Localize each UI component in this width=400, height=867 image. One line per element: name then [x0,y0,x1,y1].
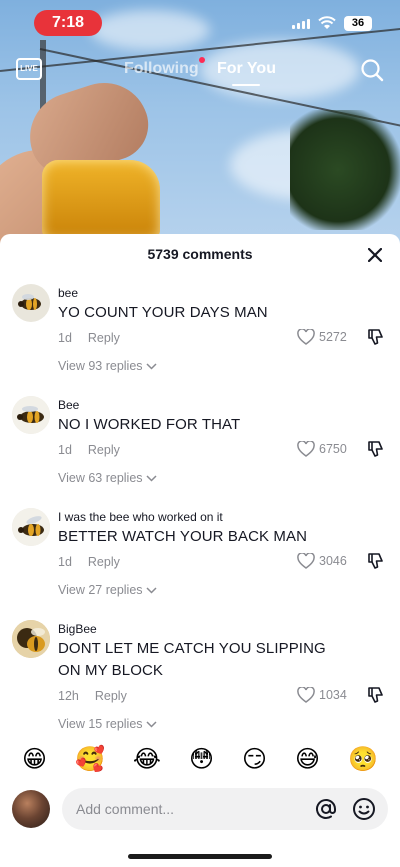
bee-icon [12,396,50,434]
chevron-down-icon [146,362,157,370]
emoji-quick-bar: 😁 🥰 😂 😳 😏 😅 🥺 [0,742,400,778]
dislike-icon[interactable] [366,439,386,459]
view-replies-label: View 93 replies [58,359,143,373]
comment-input-bar [0,784,400,836]
like-count: 6750 [319,442,347,456]
view-replies-label: View 63 replies [58,471,143,485]
like-button[interactable]: 5272 [297,329,347,345]
comment-username[interactable]: BigBee [58,622,97,636]
comment-age: 12h [58,689,79,703]
like-count: 1034 [319,688,347,702]
avatar[interactable] [12,284,50,322]
view-replies-button[interactable]: View 93 replies [58,359,157,373]
tab-for-you[interactable]: For You [217,60,276,78]
cellular-signal-icon [292,19,310,29]
comment-text: YO COUNT YOUR DAYS MAN [58,304,268,321]
at-mention-icon[interactable] [314,797,338,821]
bee-icon [12,620,50,658]
close-button[interactable] [364,244,386,266]
emoji-smirk[interactable]: 😏 [242,748,267,772]
comment-item: Bee NO I WORKED FOR THAT 1d Reply 6750 V… [0,392,400,496]
notification-dot [199,57,205,63]
emoji-sweat-smile[interactable]: 😅 [295,748,320,772]
comment-meta: 1d Reply [58,555,120,569]
comment-age: 1d [58,331,72,345]
comment-text: NO I WORKED FOR THAT [58,416,241,433]
comment-count: 5739 comments [147,246,253,262]
heart-icon [297,687,315,703]
comment-age: 1d [58,555,72,569]
heart-icon [297,441,315,457]
like-button[interactable]: 1034 [297,687,347,703]
dislike-icon[interactable] [366,551,386,571]
active-tab-underline [232,84,260,86]
live-icon[interactable]: LIVE [16,58,42,80]
comment-item: bee YO COUNT YOUR DAYS MAN 1d Reply 5272… [0,280,400,384]
battery-level: 36 [344,16,372,31]
emoji-picker-icon[interactable] [352,797,376,821]
emoji-pleading[interactable]: 🥺 [348,748,378,772]
comment-age: 1d [58,443,72,457]
like-button[interactable]: 3046 [297,553,347,569]
heart-icon [297,329,315,345]
status-time: 7:18 [34,10,102,36]
avatar[interactable] [12,620,50,658]
comment-meta: 1d Reply [58,443,120,457]
emoji-grin[interactable]: 😁 [22,748,47,772]
avatar[interactable] [12,508,50,546]
add-comment-input[interactable] [62,788,388,830]
bee-icon [18,294,41,310]
tab-following[interactable]: Following [124,60,199,78]
my-avatar[interactable] [12,790,50,828]
comment-meta: 1d Reply [58,331,120,345]
reply-button[interactable]: Reply [88,443,120,457]
tree [290,110,400,230]
search-icon[interactable] [360,58,384,82]
close-icon [368,248,382,262]
like-button[interactable]: 6750 [297,441,347,457]
comment-item: I was the bee who worked on it BETTER WA… [0,504,400,608]
view-replies-button[interactable]: View 63 replies [58,471,157,485]
view-replies-button[interactable]: View 15 replies [58,717,157,731]
reply-button[interactable]: Reply [88,331,120,345]
comment-username[interactable]: I was the bee who worked on it [58,510,223,524]
like-count: 5272 [319,330,347,344]
comment-username[interactable]: Bee [58,398,79,412]
like-count: 3046 [319,554,347,568]
bee-icon [12,508,50,546]
reply-button[interactable]: Reply [95,689,127,703]
comment-meta: 12h Reply [58,689,127,703]
honeycomb [42,160,160,240]
view-replies-label: View 15 replies [58,717,143,731]
comment-text: BETTER WATCH YOUR BACK MAN [58,528,308,545]
dislike-icon[interactable] [366,685,386,705]
comment-username[interactable]: bee [58,286,78,300]
home-indicator [128,854,272,859]
comment-item: BigBee DONT LET ME CATCH YOU SLIPPING ON… [0,616,400,740]
emoji-hearts[interactable]: 🥰 [75,748,105,772]
heart-icon [297,553,315,569]
wifi-icon [318,16,336,29]
view-replies-button[interactable]: View 27 replies [58,583,157,597]
emoji-flushed[interactable]: 😳 [189,748,214,772]
chevron-down-icon [146,586,157,594]
view-replies-label: View 27 replies [58,583,143,597]
emoji-tears-of-joy[interactable]: 😂 [133,748,161,772]
comment-text: DONT LET ME CATCH YOU SLIPPING ON MY BLO… [58,640,326,679]
dislike-icon[interactable] [366,327,386,347]
status-bar: 7:18 36 [0,0,400,44]
comments-header: 5739 comments [0,234,400,274]
comments-sheet: 5739 comments bee YO COUNT YOUR DAYS MAN… [0,234,400,867]
chevron-down-icon [146,474,157,482]
avatar[interactable] [12,396,50,434]
reply-button[interactable]: Reply [88,555,120,569]
chevron-down-icon [146,720,157,728]
top-nav: LIVE Following For You [0,50,400,90]
